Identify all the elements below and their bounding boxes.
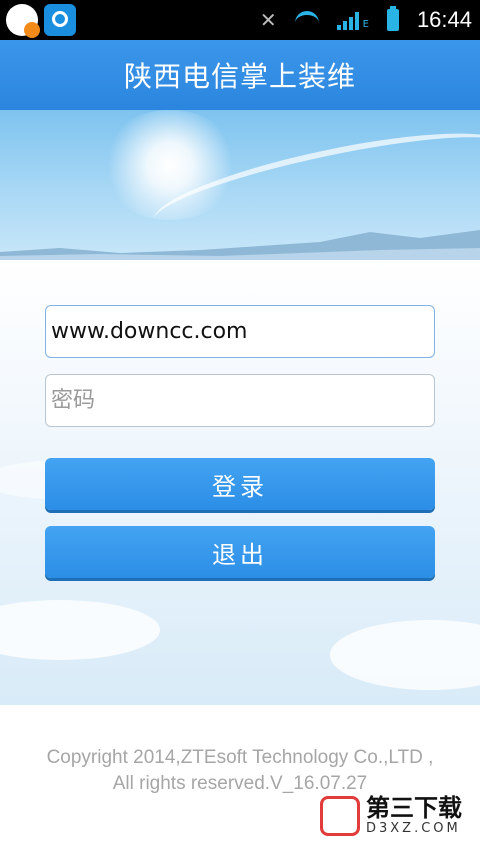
notification-icons <box>6 4 76 38</box>
login-button-label: 登录 <box>212 472 268 501</box>
cloud-decoration <box>0 600 160 660</box>
battery-icon <box>386 6 399 31</box>
copyright-line-2: All rights reserved.V_16.07.27 <box>112 773 368 794</box>
video-app-icon <box>44 4 76 36</box>
network-type-label: E <box>362 19 369 30</box>
watermark: 第三下载 D3XZ.COM <box>320 795 462 837</box>
copyright-line-1: Copyright 2014,ZTEsoft Technology Co.,LT… <box>46 747 434 768</box>
title-bar: 陕西电信掌上装维 <box>0 40 480 110</box>
login-button[interactable]: 登录 <box>45 458 435 510</box>
mountain-silhouette <box>0 230 480 260</box>
wifi-icon <box>294 11 319 29</box>
watermark-name: 第三下载 <box>366 794 462 822</box>
app-title: 陕西电信掌上装维 <box>123 60 356 93</box>
sky-banner <box>0 110 480 260</box>
login-area: 登录 退出 <box>0 260 480 705</box>
exit-button[interactable]: 退出 <box>45 526 435 578</box>
exit-button-label: 退出 <box>212 540 268 569</box>
mute-icon: ✕ <box>259 8 277 32</box>
system-icons: ✕ E 16:44 <box>260 0 472 40</box>
signal-icon: E <box>336 10 369 30</box>
watermark-logo-icon <box>320 796 360 836</box>
cloud-decoration <box>330 620 480 690</box>
clock: 16:44 <box>416 7 472 32</box>
watermark-domain: D3XZ.COM <box>366 821 461 836</box>
username-input[interactable] <box>45 305 435 358</box>
password-input[interactable] <box>45 374 435 427</box>
status-bar: ✕ E 16:44 <box>0 0 480 40</box>
chat-app-icon <box>6 4 40 38</box>
